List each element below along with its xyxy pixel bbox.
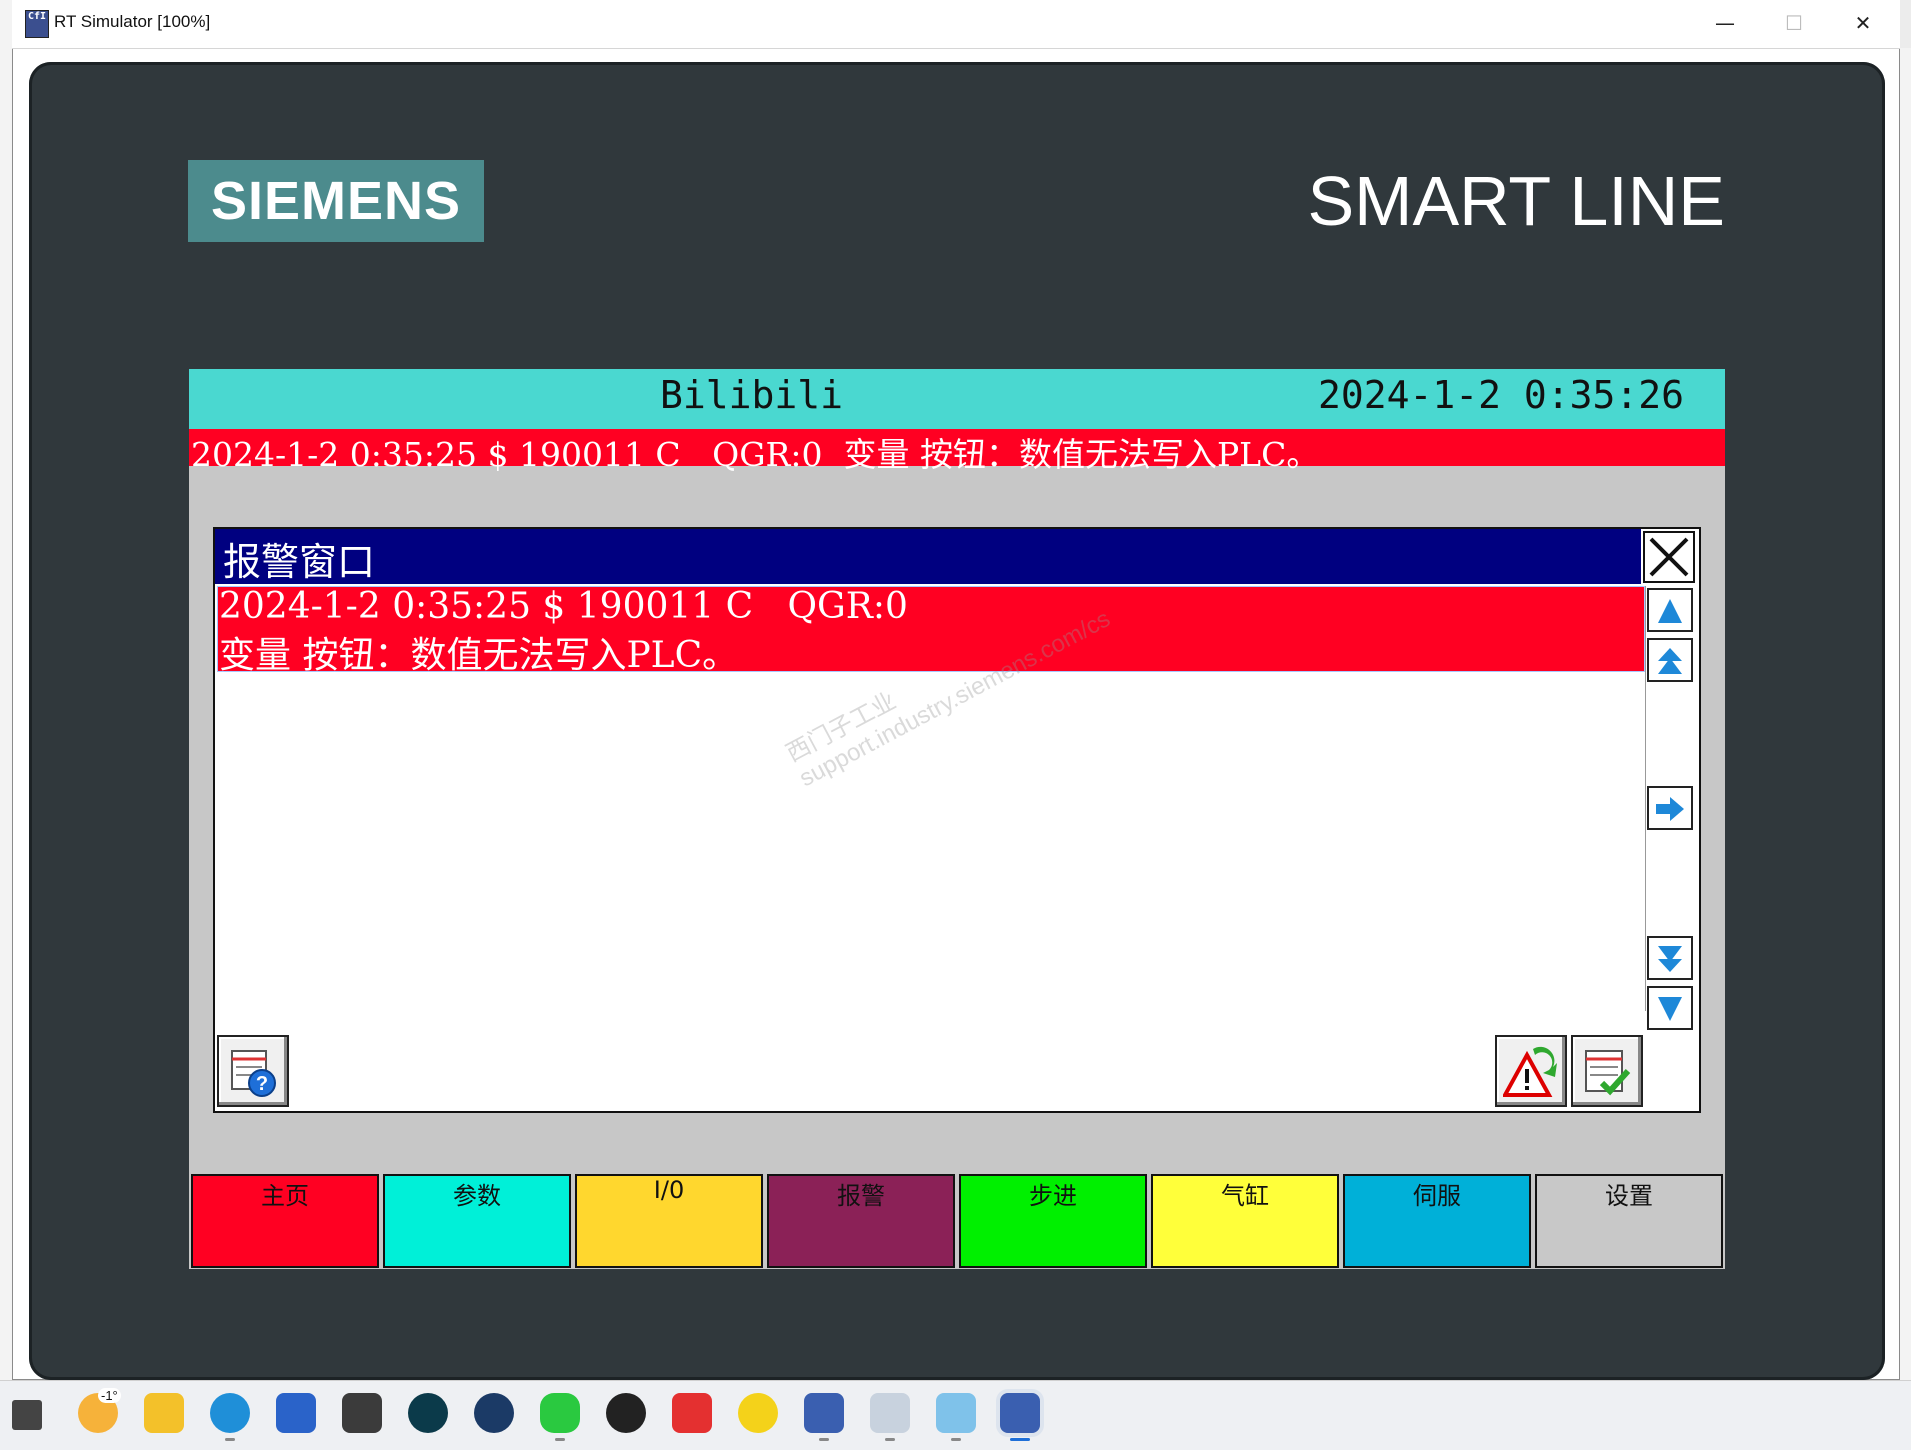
alarm-acknowledge-button[interactable] <box>1495 1035 1567 1107</box>
edge-icon[interactable] <box>210 1393 250 1433</box>
scroll-up-button[interactable] <box>1647 588 1693 632</box>
scroll-down-button[interactable] <box>1647 986 1693 1030</box>
alarm-line-text[interactable]: 2024-1-2 0:35:25 $ 190011 C QGR:0 变量 按钮：… <box>191 428 1319 476</box>
wincc-es-indicator <box>819 1438 829 1441</box>
nav-stepper-button[interactable]: 步进 <box>959 1174 1147 1268</box>
model-label: SMART LINE <box>1307 162 1725 240</box>
nav-servo-button[interactable]: 伺服 <box>1343 1174 1531 1268</box>
store-icon[interactable] <box>276 1393 316 1433</box>
nav-cylinder-button[interactable]: 气缸 <box>1151 1174 1339 1268</box>
alarm-window-titlebar <box>215 529 1641 584</box>
arrow-down-icon <box>1658 997 1682 1021</box>
screen-datetime: 2024-1-2 0:35:26 <box>1318 373 1685 417</box>
wincc-es-icon[interactable] <box>804 1393 844 1433</box>
help-icon: ? <box>231 1050 276 1097</box>
app-cube-icon[interactable] <box>342 1393 382 1433</box>
minimize-button[interactable]: — <box>1690 0 1760 46</box>
warning-acknowledge-icon <box>1503 1046 1557 1097</box>
alarm-row-line2: 变量 按钮：数值无法写入PLC。 <box>219 635 739 676</box>
start-icon[interactable] <box>12 1400 42 1430</box>
nav-alarm-button[interactable]: 报警 <box>767 1174 955 1268</box>
tia-tool-indicator <box>885 1438 895 1441</box>
arrow-up-icon <box>1658 599 1682 623</box>
wincc-rt-indicator <box>1010 1438 1030 1441</box>
window-titlebar[interactable] <box>12 0 1900 49</box>
weather-temp: -1° <box>98 1388 121 1403</box>
screen-title: Bilibili <box>660 373 844 417</box>
monitor-tool-indicator <box>951 1438 961 1441</box>
monitor-tool-icon[interactable] <box>936 1393 976 1433</box>
background-app-strip-right <box>1900 48 1911 1380</box>
wechat-indicator <box>555 1438 565 1441</box>
file-explorer-icon[interactable] <box>144 1393 184 1433</box>
alarm-row-line1: 2024-1-2 0:35:25 $ 190011 C QGR:0 <box>219 586 908 627</box>
tia-tool-icon[interactable] <box>870 1393 910 1433</box>
app-icon: CfI <box>25 10 49 38</box>
alarm-window-title: 报警窗口 <box>223 540 376 584</box>
nav-home-button[interactable]: 主页 <box>191 1174 379 1268</box>
nav-params-button[interactable]: 参数 <box>383 1174 571 1268</box>
window-title: RT Simulator [100%] <box>54 12 211 31</box>
info-expand-button[interactable] <box>1647 786 1693 830</box>
close-window-button[interactable]: ✕ <box>1828 0 1898 46</box>
double-arrow-up-icon <box>1658 648 1682 674</box>
nav-settings-button[interactable]: 设置 <box>1535 1174 1723 1268</box>
svg-text:?: ? <box>256 1073 268 1095</box>
nav-io-button[interactable]: I/0 <box>575 1174 763 1268</box>
page-up-button[interactable] <box>1647 638 1693 682</box>
app-ring-icon[interactable] <box>408 1393 448 1433</box>
edge-indicator <box>225 1438 235 1441</box>
qq-icon[interactable] <box>606 1393 646 1433</box>
netease-music-icon[interactable] <box>672 1393 712 1433</box>
alarm-help-button[interactable]: ? <box>217 1035 289 1107</box>
alarm-list-ok-button[interactable] <box>1571 1035 1643 1107</box>
qq-music-icon[interactable] <box>738 1393 778 1433</box>
brand-label: SIEMENS <box>210 171 462 231</box>
alarm-window-close-button[interactable] <box>1643 531 1695 583</box>
page-down-button[interactable] <box>1647 936 1693 980</box>
double-arrow-down-icon <box>1658 946 1682 972</box>
close-icon <box>1649 537 1689 577</box>
wincc-rt-icon[interactable] <box>1000 1393 1040 1433</box>
list-check-icon <box>1585 1050 1631 1096</box>
arrow-right-icon <box>1656 797 1684 821</box>
wechat-icon[interactable] <box>540 1393 580 1433</box>
maximize-button[interactable]: ☐ <box>1759 0 1829 46</box>
steam-icon[interactable] <box>474 1393 514 1433</box>
